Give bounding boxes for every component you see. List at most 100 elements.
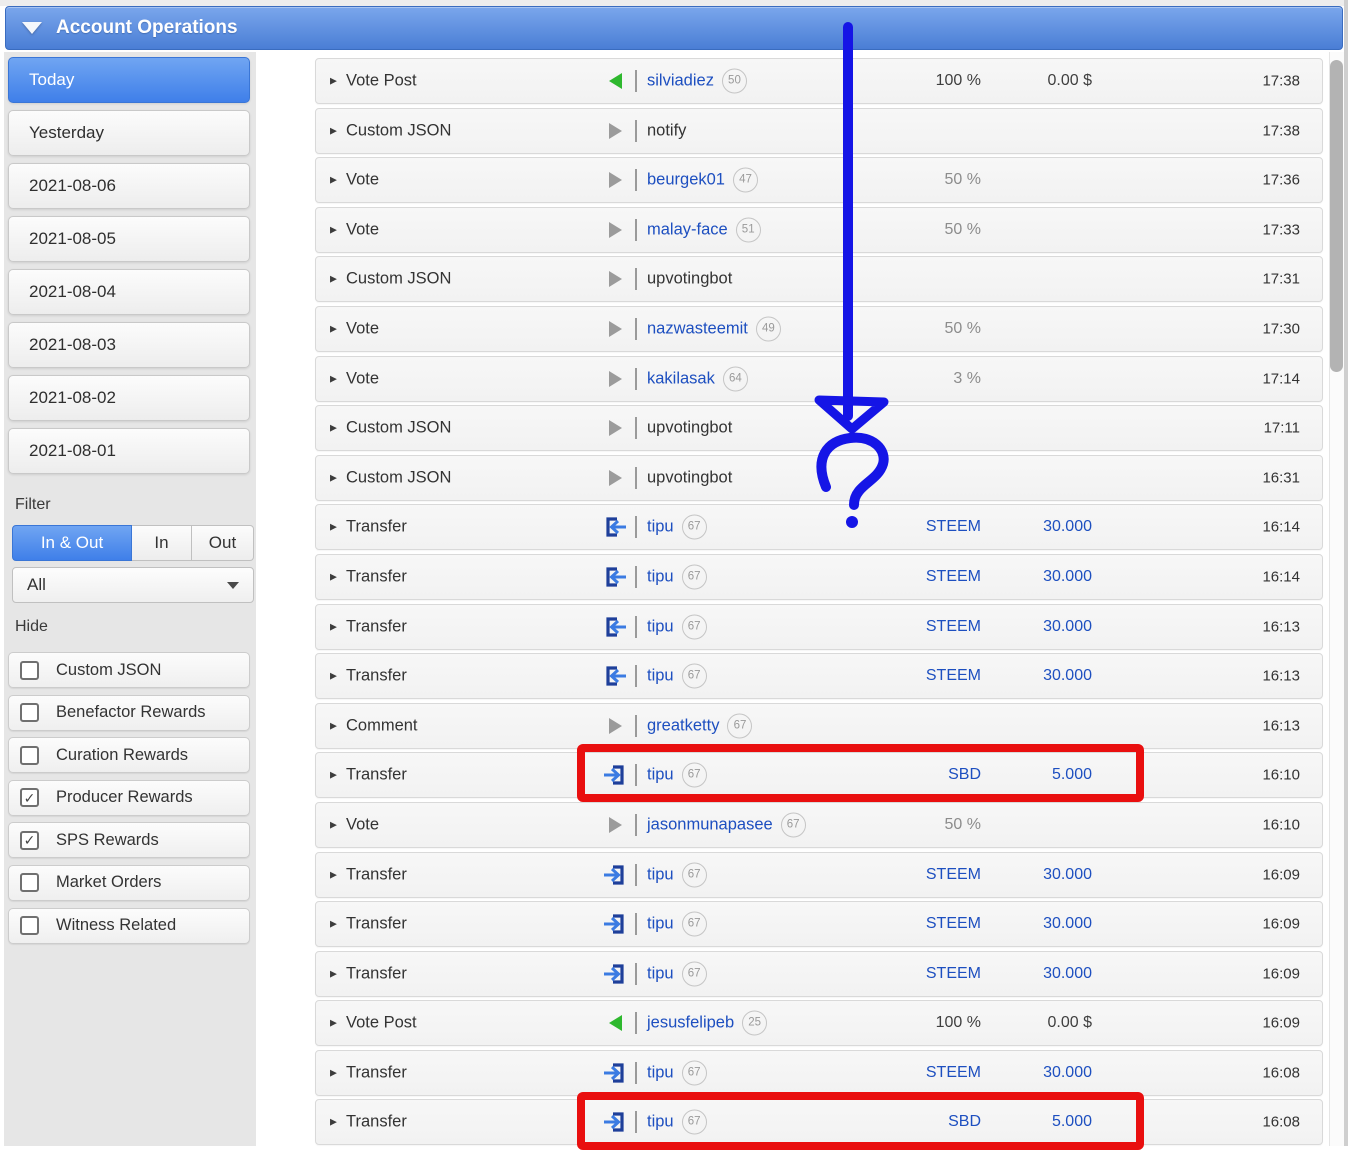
account-name[interactable]: jesusfelipeb 25 — [647, 1010, 768, 1036]
value-column[interactable]: SBD — [948, 1113, 981, 1131]
operation-row-vote[interactable]: ▶ Vote nazwasteemit 49 50 % 17:30 — [315, 305, 1323, 352]
amount-column[interactable]: 30.000 — [1043, 1064, 1092, 1082]
row-expand-triangle-icon[interactable]: ▶ — [330, 125, 337, 136]
hide-option-producer-rewards[interactable]: ✓ Producer Rewards — [8, 779, 250, 816]
operation-type-dropdown[interactable]: All — [12, 567, 254, 603]
account-name[interactable]: tipu 67 — [647, 614, 707, 640]
account-name[interactable]: malay-face 51 — [647, 217, 761, 243]
filter-button-in-out[interactable]: In & Out — [12, 525, 132, 561]
hide-option-sps-rewards[interactable]: ✓ SPS Rewards — [8, 822, 250, 859]
operation-row-transfer[interactable]: ▶ Transfer tipu 67 STEEM 30.000 16:13 — [315, 603, 1323, 650]
checkbox[interactable] — [20, 916, 39, 936]
account-name[interactable]: tipu 67 — [647, 514, 707, 540]
row-expand-triangle-icon[interactable]: ▶ — [330, 968, 337, 979]
operation-row-vote[interactable]: ▶ Vote kakilasak 64 3 % 17:14 — [315, 355, 1323, 402]
value-column[interactable]: STEEM — [926, 965, 981, 983]
date-button-2021-08-01[interactable]: 2021-08-01 — [8, 428, 250, 474]
operation-row-vote-post[interactable]: ▶ Vote Post jesusfelipeb 25 100 % 0.00 $ 16:09 — [315, 1000, 1323, 1047]
account-name[interactable]: tipu 67 — [647, 862, 707, 887]
account-name[interactable]: beurgek01 47 — [647, 167, 758, 193]
date-button-today[interactable]: Today — [8, 57, 250, 103]
row-expand-triangle-icon[interactable]: ▶ — [330, 720, 337, 731]
account-name[interactable]: jasonmunapasee 67 — [647, 812, 806, 838]
operation-row-comment[interactable]: ▶ Comment greatketty 67 16:13 — [315, 702, 1323, 749]
operation-row-vote[interactable]: ▶ Vote malay-face 51 50 % 17:33 — [315, 206, 1323, 253]
operation-row-transfer[interactable]: ▶ Transfer tipu 67 SBD 5.000 16:10 — [315, 752, 1323, 799]
checkbox[interactable]: ✓ — [20, 830, 39, 850]
operation-row-custom-json[interactable]: ▶ Custom JSON notify 17:38 — [315, 107, 1323, 154]
account-name[interactable]: silviadiez 50 — [647, 68, 747, 94]
checkbox[interactable]: ✓ — [20, 788, 39, 808]
value-column[interactable]: STEEM — [926, 568, 981, 586]
value-column[interactable]: STEEM — [926, 667, 981, 685]
amount-column[interactable]: 30.000 — [1043, 965, 1092, 983]
hide-option-market-orders[interactable]: Market Orders — [8, 864, 250, 901]
row-expand-triangle-icon[interactable]: ▶ — [330, 76, 337, 87]
operation-row-custom-json[interactable]: ▶ Custom JSON upvotingbot 17:11 — [315, 405, 1323, 452]
hide-option-custom-json[interactable]: Custom JSON — [8, 652, 250, 688]
checkbox[interactable] — [20, 745, 39, 765]
value-column[interactable]: STEEM — [926, 618, 981, 636]
operation-row-transfer[interactable]: ▶ Transfer tipu 67 STEEM 30.000 16:14 — [315, 553, 1323, 600]
value-column[interactable]: STEEM — [926, 915, 981, 933]
account-name[interactable]: tipu 67 — [647, 564, 707, 590]
row-expand-triangle-icon[interactable]: ▶ — [330, 1067, 337, 1078]
date-button-2021-08-04[interactable]: 2021-08-04 — [8, 269, 250, 315]
account-name[interactable]: tipu 67 — [647, 911, 707, 937]
hide-option-curation-rewards[interactable]: Curation Rewards — [8, 737, 250, 774]
account-name[interactable]: tipu 67 — [647, 1060, 707, 1086]
row-expand-triangle-icon[interactable]: ▶ — [330, 770, 337, 781]
row-expand-triangle-icon[interactable]: ▶ — [330, 869, 337, 880]
account-name[interactable]: tipu 67 — [647, 762, 707, 788]
collapse-triangle-icon[interactable] — [22, 22, 42, 34]
operation-row-custom-json[interactable]: ▶ Custom JSON upvotingbot 16:31 — [315, 454, 1323, 501]
operation-row-vote-post[interactable]: ▶ Vote Post silviadiez 50 100 % 0.00 $ 17:38 — [315, 58, 1323, 104]
checkbox[interactable] — [20, 873, 39, 893]
amount-column[interactable]: 30.000 — [1043, 866, 1092, 884]
date-button-2021-08-06[interactable]: 2021-08-06 — [8, 163, 250, 209]
row-expand-triangle-icon[interactable]: ▶ — [330, 175, 337, 186]
row-expand-triangle-icon[interactable]: ▶ — [330, 819, 337, 830]
row-expand-triangle-icon[interactable]: ▶ — [330, 571, 337, 582]
operation-row-transfer[interactable]: ▶ Transfer tipu 67 STEEM 30.000 16:08 — [315, 1049, 1323, 1096]
amount-column[interactable]: 30.000 — [1043, 915, 1092, 933]
row-expand-triangle-icon[interactable]: ▶ — [330, 1117, 337, 1128]
filter-button-out[interactable]: Out — [192, 525, 254, 561]
account-name[interactable]: tipu 67 — [647, 961, 707, 987]
operation-row-custom-json[interactable]: ▶ Custom JSON upvotingbot 17:31 — [315, 256, 1323, 303]
date-button-2021-08-02[interactable]: 2021-08-02 — [8, 375, 250, 421]
value-column[interactable]: STEEM — [926, 866, 981, 884]
value-column[interactable]: STEEM — [926, 518, 981, 536]
operation-row-transfer[interactable]: ▶ Transfer tipu 67 STEEM 30.000 16:13 — [315, 653, 1323, 700]
row-expand-triangle-icon[interactable]: ▶ — [330, 522, 337, 533]
amount-column[interactable]: 30.000 — [1043, 667, 1092, 685]
operation-row-transfer[interactable]: ▶ Transfer tipu 67 SBD 5.000 16:08 — [315, 1099, 1323, 1146]
amount-column[interactable]: 30.000 — [1043, 568, 1092, 586]
amount-column[interactable]: 5.000 — [1052, 766, 1092, 784]
account-name[interactable]: tipu 67 — [647, 663, 707, 689]
account-name[interactable]: nazwasteemit 49 — [647, 316, 781, 342]
row-expand-triangle-icon[interactable]: ▶ — [330, 621, 337, 632]
operation-row-transfer[interactable]: ▶ Transfer tipu 67 STEEM 30.000 16:14 — [315, 504, 1323, 551]
checkbox[interactable] — [20, 703, 39, 723]
amount-column[interactable]: 30.000 — [1043, 518, 1092, 536]
row-expand-triangle-icon[interactable]: ▶ — [330, 274, 337, 285]
operation-row-transfer[interactable]: ▶ Transfer tipu 67 STEEM 30.000 16:09 — [315, 851, 1323, 898]
amount-column[interactable]: 5.000 — [1052, 1113, 1092, 1131]
date-button-2021-08-03[interactable]: 2021-08-03 — [8, 322, 250, 368]
amount-column[interactable]: 30.000 — [1043, 618, 1092, 636]
value-column[interactable]: STEEM — [926, 1064, 981, 1082]
operation-row-transfer[interactable]: ▶ Transfer tipu 67 STEEM 30.000 16:09 — [315, 950, 1323, 997]
date-button-2021-08-05[interactable]: 2021-08-05 — [8, 216, 250, 262]
hide-option-witness-related[interactable]: Witness Related — [8, 907, 250, 944]
row-expand-triangle-icon[interactable]: ▶ — [330, 323, 337, 334]
row-expand-triangle-icon[interactable]: ▶ — [330, 919, 337, 930]
scrollbar-thumb[interactable] — [1330, 60, 1343, 372]
hide-option-benefactor-rewards[interactable]: Benefactor Rewards — [8, 694, 250, 731]
row-expand-triangle-icon[interactable]: ▶ — [330, 224, 337, 235]
row-expand-triangle-icon[interactable]: ▶ — [330, 423, 337, 434]
account-name[interactable]: greatketty 67 — [647, 713, 753, 739]
row-expand-triangle-icon[interactable]: ▶ — [330, 1018, 337, 1029]
value-column[interactable]: SBD — [948, 766, 981, 784]
row-expand-triangle-icon[interactable]: ▶ — [330, 373, 337, 384]
